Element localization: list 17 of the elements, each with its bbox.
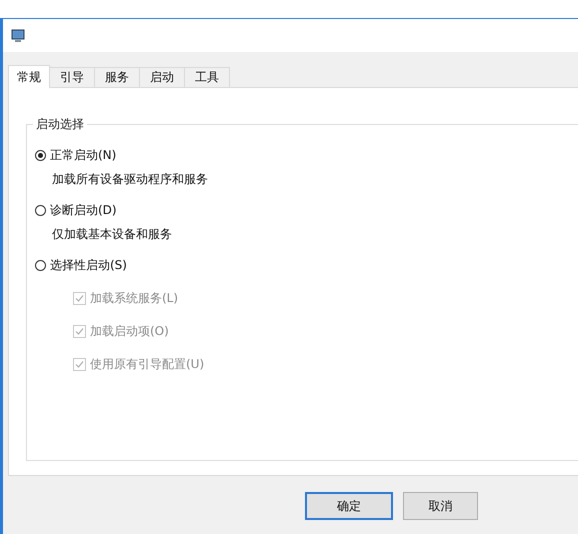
- option-description: 仅加载基本设备和服务: [52, 226, 173, 243]
- computer-icon: [11, 28, 25, 42]
- radio-label: 选择性启动(S): [50, 256, 127, 274]
- checkbox-label: 加载启动项(O): [90, 322, 169, 340]
- radio-button[interactable]: [35, 260, 46, 270]
- radio-button[interactable]: [35, 150, 46, 160]
- option-description: 加载所有设备驱动程序和服务: [52, 171, 209, 188]
- cancel-button[interactable]: 取消: [403, 492, 478, 520]
- radio-label: 诊断启动(D): [50, 202, 117, 218]
- group-title: 启动选择: [35, 116, 85, 133]
- checkbox-label: 使用原有引导配置(U): [90, 356, 204, 372]
- checkbox-label: 加载系统服务(L): [90, 290, 178, 306]
- ok-button[interactable]: 确定: [305, 492, 393, 520]
- radio-button[interactable]: [35, 204, 46, 216]
- radio-label: 正常启动(N): [50, 146, 116, 164]
- tab[interactable]: 常规: [8, 65, 50, 88]
- tab[interactable]: 工具: [184, 67, 230, 88]
